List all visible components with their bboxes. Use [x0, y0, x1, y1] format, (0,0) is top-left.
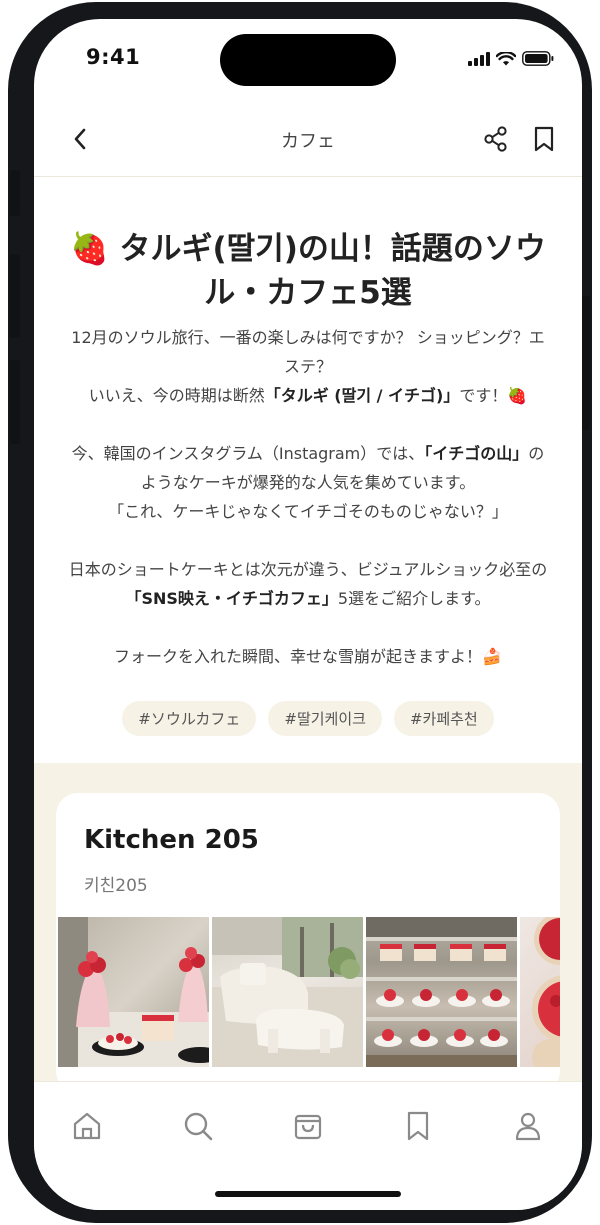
bookmark-icon — [407, 1111, 429, 1141]
article-body: 12月のソウル旅行、一番の楽しみは何ですか？ ショッピング？エステ？ いいえ、今… — [64, 323, 552, 671]
home-indicator — [215, 1191, 401, 1197]
article-paragraph: 12月のソウル旅行、一番の楽しみは何ですか？ ショッピング？エステ？ — [71, 328, 545, 376]
profile-icon — [515, 1112, 541, 1141]
photo-gallery[interactable] — [58, 917, 560, 1067]
tag-chip[interactable]: #카페추천 — [393, 701, 494, 736]
search-icon — [184, 1112, 213, 1141]
signal-icon — [468, 51, 490, 66]
strawberry-tart-photo[interactable] — [520, 917, 560, 1067]
volume-down-button — [10, 360, 20, 444]
article-paragraph: フォークを入れた瞬間、幸せな雪崩が起きますよ！🍰 — [114, 647, 502, 666]
tag-chip[interactable]: #딸기케이크 — [268, 701, 382, 736]
tag-chip[interactable]: #ソウルカフェ — [122, 701, 257, 736]
cafe-name: Kitchen 205 — [84, 825, 259, 855]
app-header: カフェ — [34, 105, 582, 177]
share-button[interactable] — [480, 123, 512, 155]
tag-list: #ソウルカフェ #딸기케이크 #카페추천 — [34, 701, 582, 736]
article-paragraph: 「これ、ケーキじゃなくてイチゴそのものじゃない？」 — [108, 502, 508, 521]
article-title: 🍓 タルギ(딸기)の山！話題のソウル・カフェ5選 — [70, 231, 546, 311]
article-paragraph: 今、韓国のインスタグラム（Instagram）では、「イチゴの山」のようなケーキ… — [71, 444, 545, 492]
share-icon — [484, 126, 507, 152]
cafe-card[interactable]: Kitchen 205 키친205 — [56, 793, 560, 1093]
home-icon — [73, 1112, 101, 1140]
status-icons — [468, 51, 554, 66]
bookmark-button[interactable] — [528, 123, 560, 155]
screen: 9:41 カフェ 🍓 タルギ(딸기)の山！話題のソウル・カフェ5選 12月のソウ… — [34, 19, 582, 1210]
wifi-icon — [496, 51, 516, 65]
cafe-korean-name: 키친205 — [84, 876, 148, 896]
dynamic-island — [220, 34, 396, 86]
tab-shop[interactable] — [288, 1106, 328, 1146]
status-time: 9:41 — [86, 45, 141, 69]
article: 🍓 タルギ(딸기)の山！話題のソウル・カフェ5選 12月のソウル旅行、一番の楽し… — [34, 177, 582, 763]
article-paragraph: いいえ、今の時期は断然「タルギ (딸기 / イチゴ)」です！🍓 — [88, 386, 528, 405]
article-paragraph: 日本のショートケーキとは次元が違う、ビジュアルショック必至の「SNS映え・イチゴ… — [68, 560, 548, 608]
cake-showcase-photo[interactable] — [366, 917, 517, 1067]
tab-search[interactable] — [178, 1106, 218, 1146]
status-bar: 9:41 — [34, 19, 582, 99]
tab-saved[interactable] — [398, 1106, 438, 1146]
silent-switch — [10, 170, 20, 216]
bookmark-icon — [534, 126, 554, 152]
volume-up-button — [10, 254, 20, 338]
phone-frame: 9:41 カフェ 🍓 タルギ(딸기)の山！話題のソウル・カフェ5選 12月のソウ… — [8, 2, 592, 1223]
battery-icon — [522, 51, 554, 66]
shopping-bag-icon — [294, 1114, 322, 1140]
cafe-interior-photo[interactable] — [212, 917, 363, 1067]
tab-profile[interactable] — [508, 1106, 548, 1146]
strawberry-parfait-photo[interactable] — [58, 917, 209, 1067]
tab-home[interactable] — [67, 1106, 107, 1146]
